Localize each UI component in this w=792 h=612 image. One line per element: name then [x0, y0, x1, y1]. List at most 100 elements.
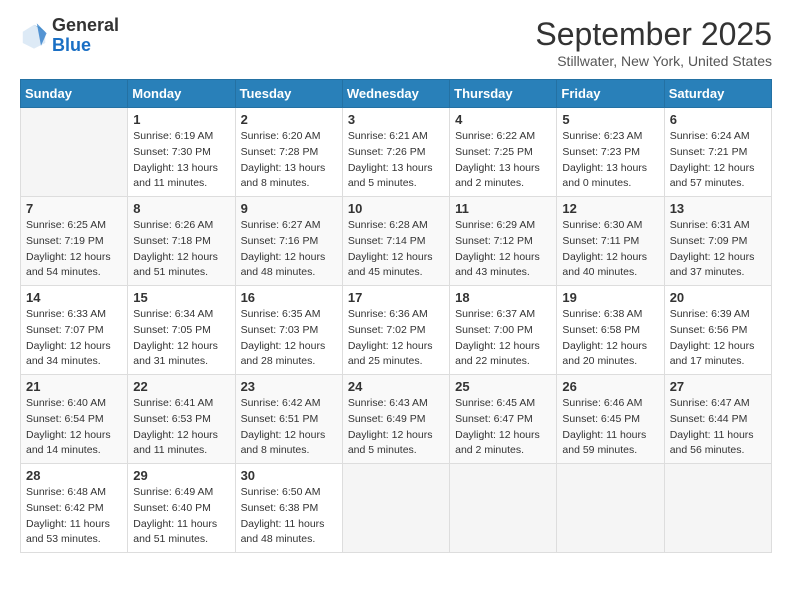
column-header-saturday: Saturday	[664, 80, 771, 108]
calendar-cell: 2 Sunrise: 6:20 AMSunset: 7:28 PMDaylight…	[235, 108, 342, 197]
column-header-friday: Friday	[557, 80, 664, 108]
calendar-cell: 15Sunrise: 6:34 AMSunset: 7:05 PMDayligh…	[128, 286, 235, 375]
page-header: General Blue September 2025 Stillwater, …	[20, 16, 772, 69]
day-number: 2	[241, 112, 337, 127]
calendar-cell: 8 Sunrise: 6:26 AMSunset: 7:18 PMDaylight…	[128, 197, 235, 286]
calendar-week-row: 21Sunrise: 6:40 AMSunset: 6:54 PMDayligh…	[21, 375, 772, 464]
logo-blue-text: Blue	[52, 35, 91, 55]
day-number: 11	[455, 201, 551, 216]
day-info: Sunrise: 6:50 AMSunset: 6:38 PMDaylight:…	[241, 485, 337, 548]
calendar-cell: 25Sunrise: 6:45 AMSunset: 6:47 PMDayligh…	[450, 375, 557, 464]
day-info: Sunrise: 6:48 AMSunset: 6:42 PMDaylight:…	[26, 485, 122, 548]
calendar-cell: 21Sunrise: 6:40 AMSunset: 6:54 PMDayligh…	[21, 375, 128, 464]
calendar-cell: 28 Sunrise: 6:48 AMSunset: 6:42 PMDayligh…	[21, 464, 128, 553]
column-header-thursday: Thursday	[450, 80, 557, 108]
column-header-monday: Monday	[128, 80, 235, 108]
day-info: Sunrise: 6:34 AMSunset: 7:05 PMDaylight:…	[133, 307, 229, 370]
calendar-cell: 4Sunrise: 6:22 AMSunset: 7:25 PMDaylight…	[450, 108, 557, 197]
calendar-cell: 12 Sunrise: 6:30 AMSunset: 7:11 PMDayligh…	[557, 197, 664, 286]
day-info: Sunrise: 6:21 AMSunset: 7:26 PMDaylight:…	[348, 129, 444, 192]
column-header-sunday: Sunday	[21, 80, 128, 108]
day-info: Sunrise: 6:33 AMSunset: 7:07 PMDaylight:…	[26, 307, 122, 370]
day-info: Sunrise: 6:39 AMSunset: 6:56 PMDaylight:…	[670, 307, 766, 370]
day-info: Sunrise: 6:24 AMSunset: 7:21 PMDaylight:…	[670, 129, 766, 192]
calendar-cell	[450, 464, 557, 553]
column-header-tuesday: Tuesday	[235, 80, 342, 108]
day-number: 16	[241, 290, 337, 305]
calendar-cell: 19 Sunrise: 6:38 AMSunset: 6:58 PMDayligh…	[557, 286, 664, 375]
day-number: 8	[133, 201, 229, 216]
day-number: 28	[26, 468, 122, 483]
calendar-cell: 26 Sunrise: 6:46 AMSunset: 6:45 PMDayligh…	[557, 375, 664, 464]
day-number: 10	[348, 201, 444, 216]
logo: General Blue	[20, 16, 119, 56]
day-info: Sunrise: 6:35 AMSunset: 7:03 PMDaylight:…	[241, 307, 337, 370]
day-info: Sunrise: 6:19 AMSunset: 7:30 PMDaylight:…	[133, 129, 229, 192]
calendar-cell: 13 Sunrise: 6:31 AMSunset: 7:09 PMDayligh…	[664, 197, 771, 286]
calendar-header-row: SundayMondayTuesdayWednesdayThursdayFrid…	[21, 80, 772, 108]
day-info: Sunrise: 6:28 AMSunset: 7:14 PMDaylight:…	[348, 218, 444, 281]
calendar-table: SundayMondayTuesdayWednesdayThursdayFrid…	[20, 79, 772, 553]
day-info: Sunrise: 6:45 AMSunset: 6:47 PMDaylight:…	[455, 396, 551, 459]
day-info: Sunrise: 6:37 AMSunset: 7:00 PMDaylight:…	[455, 307, 551, 370]
calendar-cell: 23Sunrise: 6:42 AMSunset: 6:51 PMDayligh…	[235, 375, 342, 464]
calendar-cell: 3 Sunrise: 6:21 AMSunset: 7:26 PMDaylight…	[342, 108, 449, 197]
day-info: Sunrise: 6:30 AMSunset: 7:11 PMDaylight:…	[562, 218, 658, 281]
calendar-cell: 20Sunrise: 6:39 AMSunset: 6:56 PMDayligh…	[664, 286, 771, 375]
day-info: Sunrise: 6:20 AMSunset: 7:28 PMDaylight:…	[241, 129, 337, 192]
day-info: Sunrise: 6:38 AMSunset: 6:58 PMDaylight:…	[562, 307, 658, 370]
day-info: Sunrise: 6:27 AMSunset: 7:16 PMDaylight:…	[241, 218, 337, 281]
calendar-cell: 9 Sunrise: 6:27 AMSunset: 7:16 PMDaylight…	[235, 197, 342, 286]
day-number: 19	[562, 290, 658, 305]
calendar-cell: 7Sunrise: 6:25 AMSunset: 7:19 PMDaylight…	[21, 197, 128, 286]
day-number: 26	[562, 379, 658, 394]
day-number: 29	[133, 468, 229, 483]
day-number: 27	[670, 379, 766, 394]
day-info: Sunrise: 6:41 AMSunset: 6:53 PMDaylight:…	[133, 396, 229, 459]
logo-general-text: General	[52, 15, 119, 35]
calendar-cell: 29Sunrise: 6:49 AMSunset: 6:40 PMDayligh…	[128, 464, 235, 553]
day-number: 7	[26, 201, 122, 216]
calendar-week-row: 1Sunrise: 6:19 AMSunset: 7:30 PMDaylight…	[21, 108, 772, 197]
calendar-cell: 1Sunrise: 6:19 AMSunset: 7:30 PMDaylight…	[128, 108, 235, 197]
calendar-cell: 14 Sunrise: 6:33 AMSunset: 7:07 PMDayligh…	[21, 286, 128, 375]
calendar-cell: 24Sunrise: 6:43 AMSunset: 6:49 PMDayligh…	[342, 375, 449, 464]
calendar-cell: 18 Sunrise: 6:37 AMSunset: 7:00 PMDayligh…	[450, 286, 557, 375]
day-number: 5	[562, 112, 658, 127]
calendar-week-row: 28 Sunrise: 6:48 AMSunset: 6:42 PMDayligh…	[21, 464, 772, 553]
day-number: 17	[348, 290, 444, 305]
day-number: 14	[26, 290, 122, 305]
day-info: Sunrise: 6:23 AMSunset: 7:23 PMDaylight:…	[562, 129, 658, 192]
calendar-cell: 5 Sunrise: 6:23 AMSunset: 7:23 PMDaylight…	[557, 108, 664, 197]
day-info: Sunrise: 6:29 AMSunset: 7:12 PMDaylight:…	[455, 218, 551, 281]
day-info: Sunrise: 6:26 AMSunset: 7:18 PMDaylight:…	[133, 218, 229, 281]
calendar-cell: 30Sunrise: 6:50 AMSunset: 6:38 PMDayligh…	[235, 464, 342, 553]
day-info: Sunrise: 6:31 AMSunset: 7:09 PMDaylight:…	[670, 218, 766, 281]
day-number: 18	[455, 290, 551, 305]
day-info: Sunrise: 6:36 AMSunset: 7:02 PMDaylight:…	[348, 307, 444, 370]
day-info: Sunrise: 6:40 AMSunset: 6:54 PMDaylight:…	[26, 396, 122, 459]
title-block: September 2025 Stillwater, New York, Uni…	[535, 16, 772, 69]
column-header-wednesday: Wednesday	[342, 80, 449, 108]
calendar-cell: 16 Sunrise: 6:35 AMSunset: 7:03 PMDayligh…	[235, 286, 342, 375]
day-info: Sunrise: 6:47 AMSunset: 6:44 PMDaylight:…	[670, 396, 766, 459]
calendar-cell	[664, 464, 771, 553]
calendar-cell	[557, 464, 664, 553]
calendar-cell: 10 Sunrise: 6:28 AMSunset: 7:14 PMDayligh…	[342, 197, 449, 286]
location-subtitle: Stillwater, New York, United States	[535, 53, 772, 69]
calendar-cell	[21, 108, 128, 197]
day-number: 9	[241, 201, 337, 216]
month-title: September 2025	[535, 16, 772, 53]
day-number: 3	[348, 112, 444, 127]
calendar-cell: 6 Sunrise: 6:24 AMSunset: 7:21 PMDaylight…	[664, 108, 771, 197]
calendar-cell: 11 Sunrise: 6:29 AMSunset: 7:12 PMDayligh…	[450, 197, 557, 286]
day-number: 6	[670, 112, 766, 127]
day-number: 24	[348, 379, 444, 394]
day-number: 22	[133, 379, 229, 394]
calendar-week-row: 14 Sunrise: 6:33 AMSunset: 7:07 PMDayligh…	[21, 286, 772, 375]
day-info: Sunrise: 6:46 AMSunset: 6:45 PMDaylight:…	[562, 396, 658, 459]
day-number: 12	[562, 201, 658, 216]
day-info: Sunrise: 6:42 AMSunset: 6:51 PMDaylight:…	[241, 396, 337, 459]
day-number: 13	[670, 201, 766, 216]
calendar-cell: 17 Sunrise: 6:36 AMSunset: 7:02 PMDayligh…	[342, 286, 449, 375]
